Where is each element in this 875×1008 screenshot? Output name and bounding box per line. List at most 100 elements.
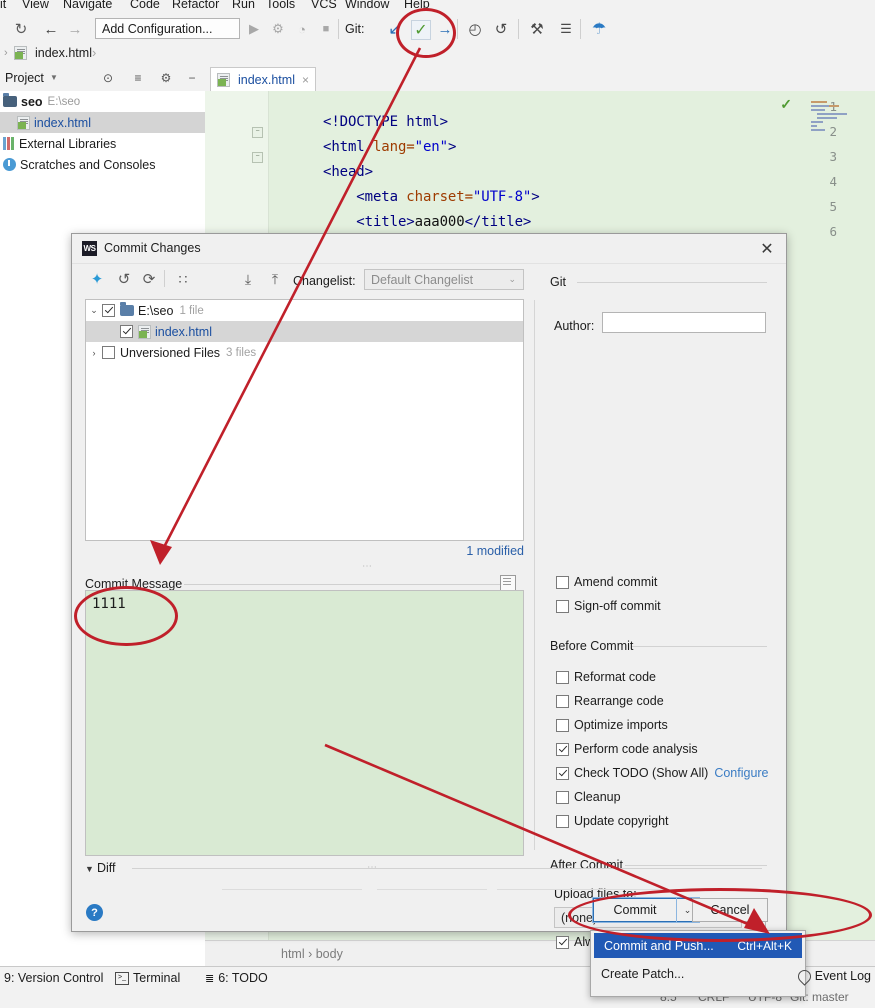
menu-item-run[interactable]: Run bbox=[232, 0, 255, 11]
checkbox-update-copyright[interactable]: Update copyright bbox=[556, 814, 669, 828]
menu-item-help[interactable]: Help bbox=[404, 0, 430, 11]
file-row-index-html[interactable]: index.html bbox=[86, 321, 523, 342]
checkbox-box[interactable] bbox=[556, 694, 569, 708]
tree-item-index-html[interactable]: index.html bbox=[0, 112, 205, 133]
code-token: > bbox=[531, 189, 540, 205]
refresh-icon[interactable]: ⟳ bbox=[140, 270, 158, 288]
editor-breadcrumb[interactable]: html › body bbox=[281, 947, 343, 961]
file-checkbox[interactable] bbox=[120, 325, 133, 338]
back-icon[interactable]: ← bbox=[42, 20, 60, 38]
checkbox-perform-code-analysis[interactable]: Perform code analysis bbox=[556, 742, 698, 756]
checkbox-optimize-imports[interactable]: Optimize imports bbox=[556, 718, 668, 732]
menu-item-label: Commit and Push... bbox=[604, 938, 714, 953]
chevron-right-icon[interactable]: › bbox=[86, 348, 102, 358]
settings-gear-icon[interactable]: ⚙ bbox=[158, 70, 174, 86]
file-checkbox[interactable] bbox=[102, 346, 115, 359]
stop-icon[interactable]: ■ bbox=[317, 20, 335, 38]
menu-item-vcs[interactable]: VCS bbox=[311, 0, 337, 11]
checkbox-rearrange-code[interactable]: Rearrange code bbox=[556, 694, 664, 708]
menu-item-code[interactable]: Code bbox=[130, 0, 160, 11]
diff-collapse-triangle-icon[interactable]: ▼ bbox=[85, 864, 94, 874]
menu-item-tools[interactable]: Tools bbox=[266, 0, 295, 11]
inspection-status-icon[interactable]: ✓ bbox=[780, 96, 792, 113]
chevron-down-icon[interactable]: ⌄ bbox=[86, 305, 102, 316]
checkbox-box[interactable] bbox=[556, 742, 569, 756]
locate-icon[interactable]: ⊙ bbox=[100, 70, 116, 86]
checkbox-box[interactable] bbox=[556, 814, 569, 828]
checkbox-cleanup[interactable]: Cleanup bbox=[556, 790, 621, 804]
expand-all-icon[interactable]: ⤓ bbox=[239, 270, 257, 288]
hide-icon[interactable]: − bbox=[184, 70, 200, 86]
forward-icon[interactable]: → bbox=[66, 20, 84, 38]
file-checkbox[interactable] bbox=[102, 304, 115, 317]
tree-item-external-libraries[interactable]: External Libraries bbox=[0, 133, 205, 154]
sync-icon[interactable]: ↻ bbox=[12, 20, 30, 38]
file-row-unversioned-files[interactable]: › Unversioned Files 3 files bbox=[86, 342, 523, 363]
status-todo[interactable]: ≣ 6: TODO bbox=[205, 971, 268, 985]
checkbox-reformat-code[interactable]: Reformat code bbox=[556, 670, 656, 684]
git-update-icon[interactable]: ↙ bbox=[386, 20, 404, 38]
nav-breadcrumb-index-html[interactable]: index.html bbox=[14, 46, 92, 60]
checkbox-box[interactable] bbox=[556, 790, 569, 804]
splitter-handle[interactable]: ⋯ bbox=[362, 561, 373, 572]
debug-icon[interactable]: ⚙ bbox=[269, 20, 287, 38]
menu-item-view[interactable]: View bbox=[22, 0, 49, 11]
checkbox-box[interactable] bbox=[556, 670, 569, 684]
checkbox-amend-commit[interactable]: Amend commit bbox=[556, 575, 657, 589]
configure-todo-link[interactable]: Configure bbox=[714, 766, 768, 780]
diff-splitter-handle[interactable]: ⋯ bbox=[367, 862, 378, 873]
checkbox-box[interactable] bbox=[556, 575, 569, 589]
revert-icon[interactable]: ↺ bbox=[115, 270, 133, 288]
menu-item-window[interactable]: Window bbox=[345, 0, 389, 11]
code-fold-marker[interactable]: − bbox=[252, 152, 263, 163]
close-icon[interactable]: ✕ bbox=[756, 238, 778, 259]
changelist-dropdown[interactable]: Default Changelist ⌄ bbox=[364, 269, 524, 290]
code-token: "en" bbox=[414, 139, 448, 155]
project-panel-title[interactable]: Project bbox=[5, 71, 44, 85]
run-coverage-icon[interactable]: ◔ bbox=[293, 20, 311, 38]
tree-item-scratches-and-consoles[interactable]: Scratches and Consoles bbox=[0, 154, 205, 175]
menu-item-refactor[interactable]: Refactor bbox=[172, 0, 219, 11]
git-push-icon[interactable]: → bbox=[436, 20, 454, 38]
chevron-down-icon[interactable]: ▼ bbox=[50, 73, 58, 82]
structure-icon[interactable]: ☰ bbox=[557, 20, 575, 38]
file-row-seo-folder[interactable]: ⌄ E:\seo 1 file bbox=[86, 300, 523, 321]
menu-item-create-patch[interactable]: Create Patch... bbox=[591, 960, 805, 987]
event-log-button[interactable]: Event Log bbox=[795, 966, 871, 986]
menu-item-navigate[interactable]: Navigate bbox=[63, 0, 112, 11]
tab-index-html[interactable]: index.html × bbox=[210, 67, 316, 92]
author-input[interactable] bbox=[602, 312, 766, 333]
checkbox-box[interactable] bbox=[556, 766, 569, 780]
checkbox-check-todo[interactable]: Check TODO (Show All) Configure bbox=[556, 766, 769, 780]
checkbox-box[interactable] bbox=[556, 935, 569, 949]
diff-section-label[interactable]: Diff bbox=[97, 861, 116, 875]
rollback-icon[interactable]: ↺ bbox=[492, 20, 510, 38]
menu-item-edit[interactable]: it bbox=[0, 0, 6, 11]
terminal-icon: >_ bbox=[115, 971, 129, 985]
help-button[interactable]: ? bbox=[86, 904, 103, 921]
collapse-all-icon[interactable]: ≡ bbox=[130, 70, 146, 86]
group-by-icon[interactable]: ∷ bbox=[174, 270, 192, 288]
git-commit-icon[interactable]: ✓ bbox=[411, 20, 431, 40]
code-fold-marker[interactable]: − bbox=[252, 127, 263, 138]
settings-wrench-icon[interactable]: ⚒ bbox=[528, 20, 546, 38]
history-icon[interactable]: ◴ bbox=[466, 20, 484, 38]
checkbox-box[interactable] bbox=[556, 718, 569, 732]
status-terminal[interactable]: >_ Terminal bbox=[115, 971, 180, 985]
close-icon[interactable]: × bbox=[302, 73, 309, 87]
changed-files-list[interactable]: ⌄ E:\seo 1 file index.html › Unversioned… bbox=[85, 299, 524, 541]
collapse-all-icon[interactable]: ⤒ bbox=[266, 270, 284, 288]
menu-item-commit-and-push[interactable]: Commit and Push... Ctrl+Alt+K bbox=[594, 933, 802, 958]
checkbox-box[interactable] bbox=[556, 599, 569, 613]
commit-button[interactable]: Commit bbox=[592, 897, 678, 923]
cancel-button[interactable]: Cancel bbox=[692, 898, 768, 922]
commit-message-input[interactable]: 1111 bbox=[85, 590, 524, 856]
checkbox-sign-off-commit[interactable]: Sign-off commit bbox=[556, 599, 661, 613]
status-version-control[interactable]: 9: Version Control bbox=[4, 971, 103, 985]
tree-item-seo[interactable]: seo E:\seo bbox=[0, 91, 205, 112]
run-icon[interactable]: ▶ bbox=[245, 20, 263, 38]
commit-message-history-icon[interactable] bbox=[500, 575, 516, 591]
umbrella-icon[interactable]: ☂ bbox=[590, 20, 608, 38]
run-configuration-selector[interactable]: Add Configuration... bbox=[95, 18, 240, 39]
show-diff-icon[interactable]: ✦ bbox=[88, 270, 106, 288]
